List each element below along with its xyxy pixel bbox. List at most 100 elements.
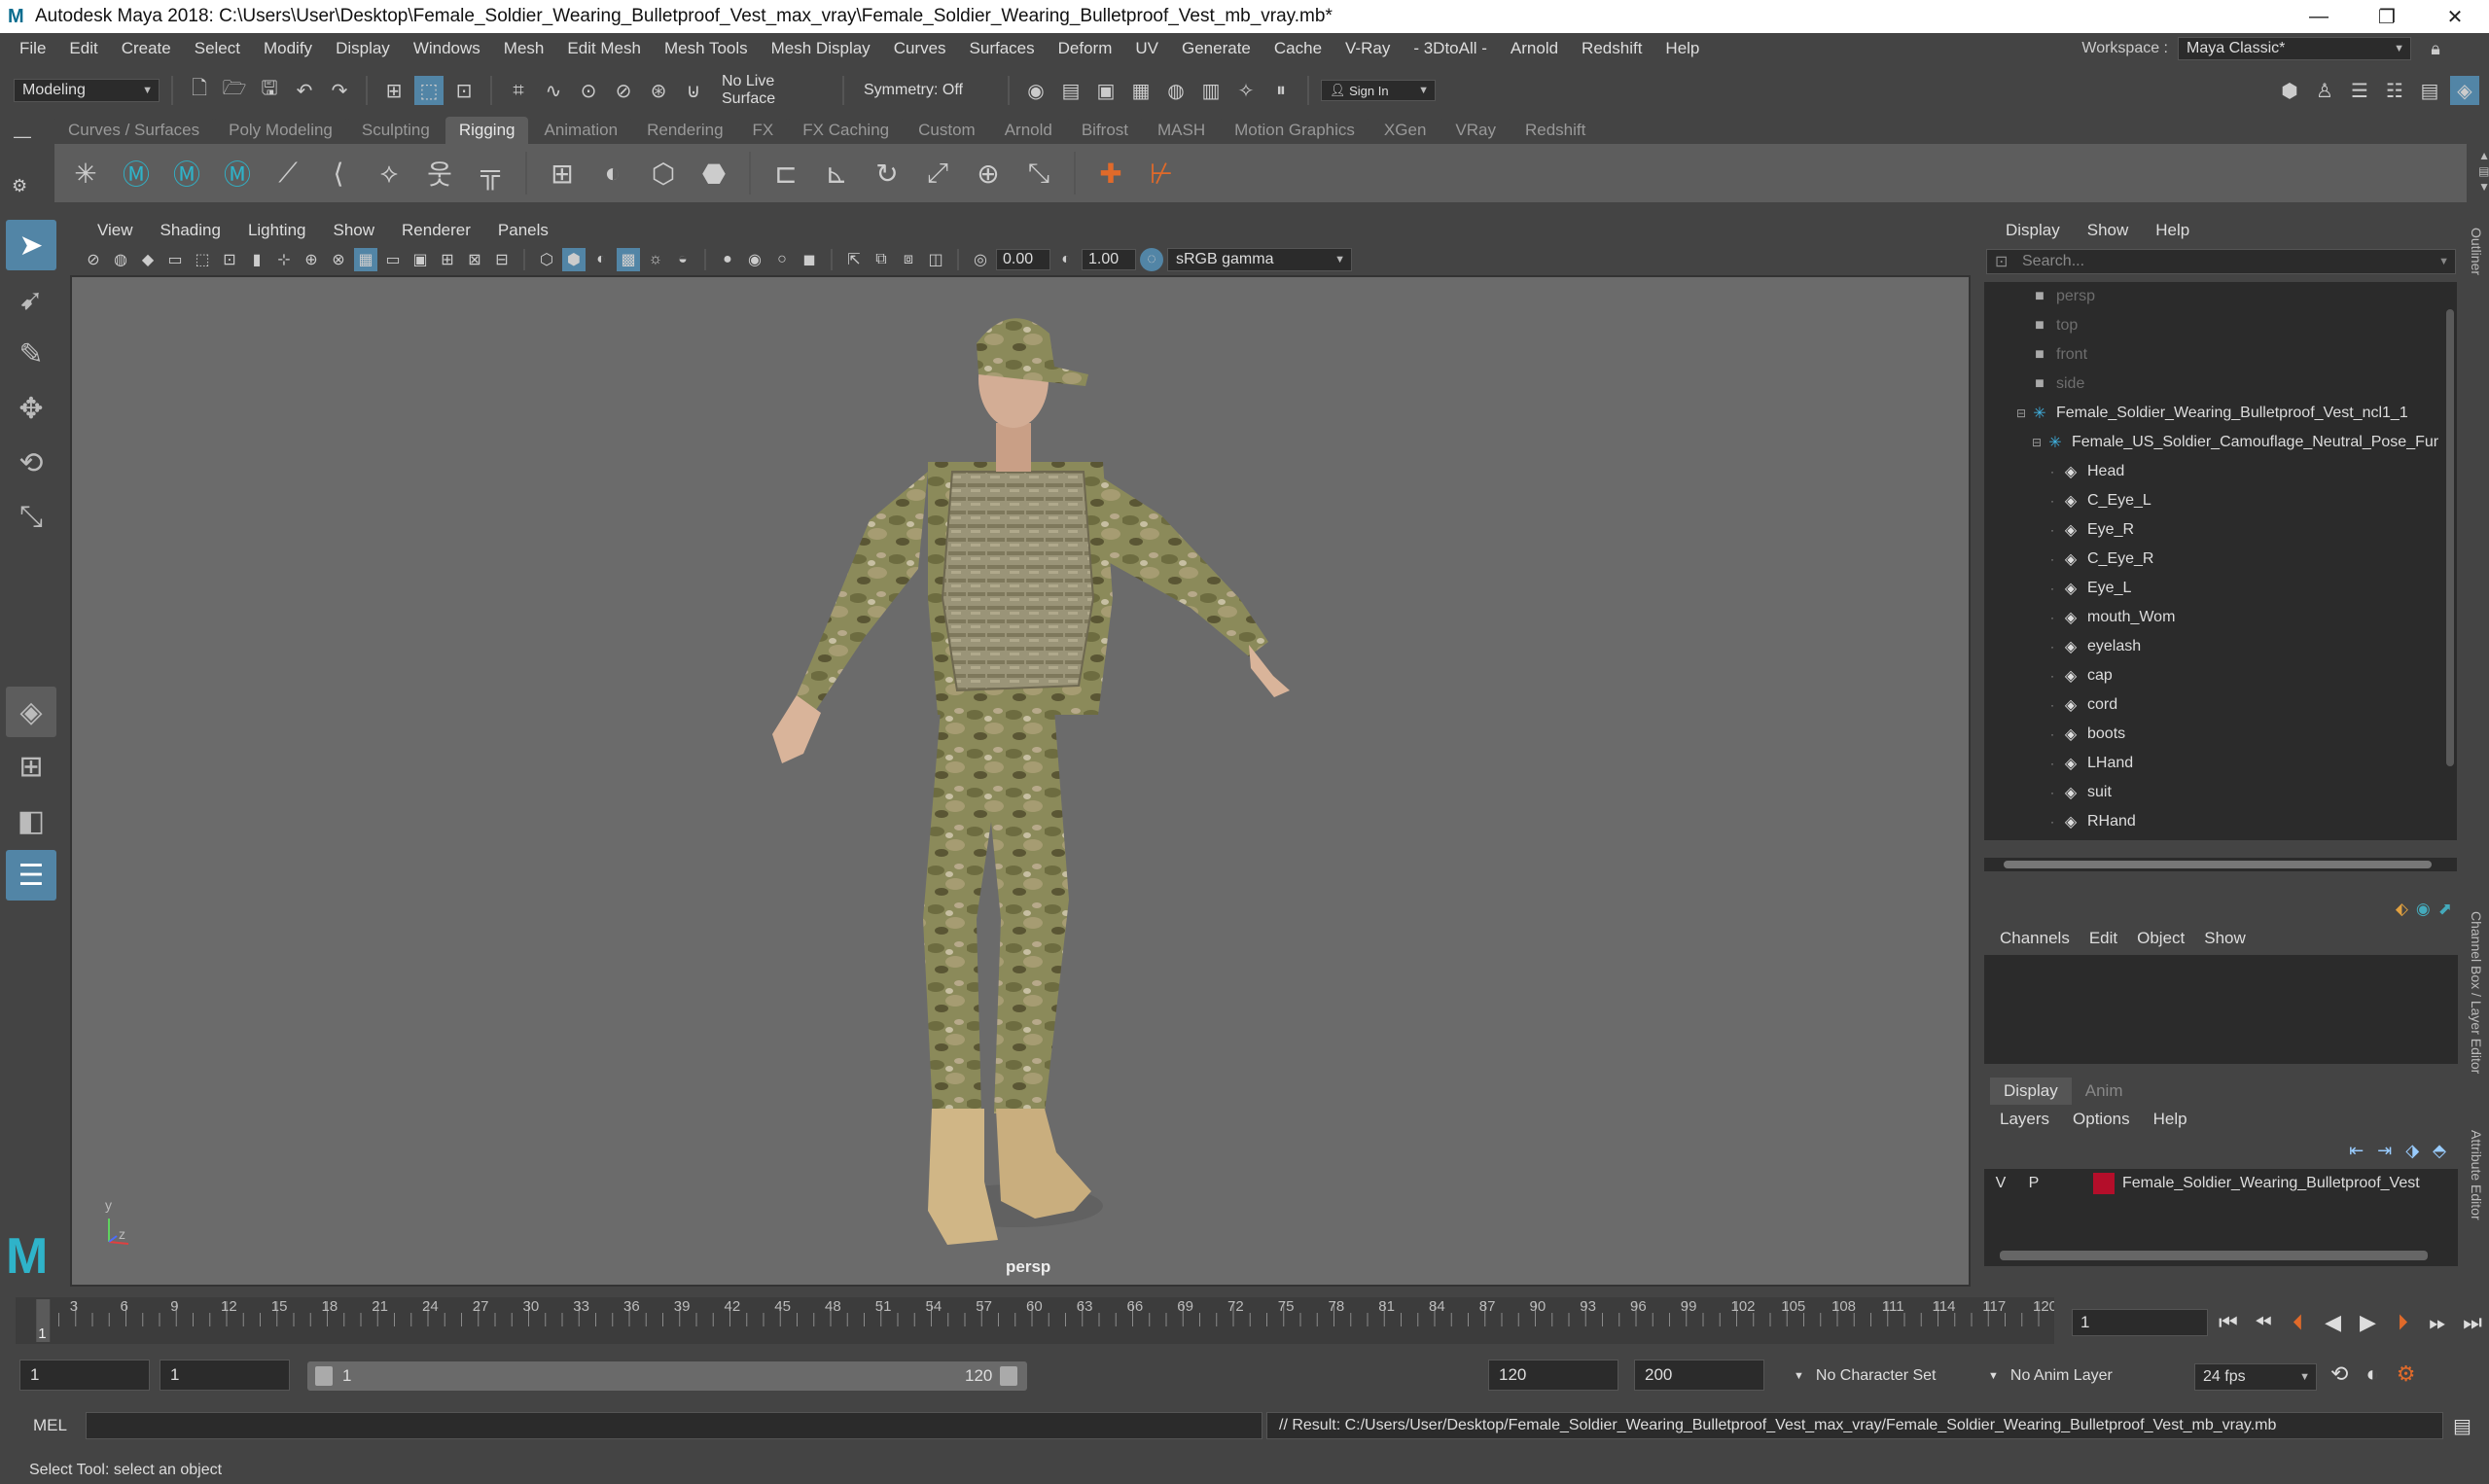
- move-tool-icon[interactable]: ✥: [6, 383, 56, 434]
- tool-settings-icon[interactable]: ☷: [2380, 76, 2409, 105]
- hypershade-icon[interactable]: ◍: [1161, 76, 1191, 105]
- move-layer-up-icon[interactable]: ⇤: [2349, 1141, 2364, 1161]
- menu-generate[interactable]: Generate: [1170, 39, 1262, 58]
- outliner-item[interactable]: ⊟ ✳ Female_US_Soldier_Camouflage_Neutral_P…: [1984, 428, 2457, 457]
- new-layer-selected-icon[interactable]: ⬘: [2433, 1141, 2446, 1161]
- layer-row[interactable]: V P Female_Soldier_Wearing_Bulletproof_V…: [1984, 1169, 2458, 1198]
- channel-box-icon[interactable]: ▤: [2415, 76, 2444, 105]
- depth-of-field-icon[interactable]: ◼: [798, 248, 821, 271]
- step-back-key-icon[interactable]: ⏴: [2282, 1304, 2315, 1341]
- soldier-model[interactable]: [72, 277, 1971, 1287]
- shelf-tab-rigging[interactable]: Rigging: [444, 117, 529, 144]
- viewport-menu-lighting[interactable]: Lighting: [234, 221, 320, 240]
- outliner-item[interactable]: · ◈ cord: [1984, 690, 2457, 720]
- outliner-item[interactable]: · ◈ Eye_R: [1984, 515, 2457, 545]
- attribute-editor-icon[interactable]: ☰: [2345, 76, 2374, 105]
- shelf-tab-arnold[interactable]: Arnold: [990, 117, 1066, 144]
- maximize-button[interactable]: ❐: [2353, 0, 2421, 33]
- tool-settings-toggle-icon[interactable]: ⬈: [2438, 900, 2452, 919]
- isolate-select-icon[interactable]: ⊞: [436, 248, 459, 271]
- layer-menu-help[interactable]: Help: [2142, 1110, 2199, 1129]
- outliner-layout-icon[interactable]: ☰: [6, 850, 56, 901]
- snap-grid-icon[interactable]: ⌗: [504, 76, 533, 105]
- menu-cache[interactable]: Cache: [1262, 39, 1333, 58]
- script-editor-icon[interactable]: ▤: [2453, 1414, 2471, 1438]
- viewport-menu-renderer[interactable]: Renderer: [388, 221, 484, 240]
- playback-end-field[interactable]: 120: [1488, 1360, 1618, 1391]
- field-chart-icon[interactable]: ⊹: [272, 248, 296, 271]
- shelf-tab-curves-surfaces[interactable]: Curves / Surfaces: [54, 117, 214, 144]
- menu-v-ray[interactable]: V-Ray: [1333, 39, 1402, 58]
- sign-in-dropdown[interactable]: 👤︎ Sign In ▼: [1321, 80, 1436, 101]
- locator-icon[interactable]: ✚: [1089, 152, 1132, 194]
- bookmark-icon[interactable]: ◆: [136, 248, 160, 271]
- new-empty-layer-icon[interactable]: ⬗: [2405, 1141, 2419, 1161]
- menu-create[interactable]: Create: [110, 39, 183, 58]
- character-set-dropdown[interactable]: ▼ No Character Set: [1794, 1361, 1988, 1391]
- command-input[interactable]: [86, 1412, 1262, 1439]
- viewport-menu-shading[interactable]: Shading: [147, 221, 234, 240]
- go-to-end-icon[interactable]: ⏭: [2456, 1304, 2489, 1341]
- rotate-tool-icon[interactable]: ⟲: [6, 438, 56, 488]
- hud-icon[interactable]: ⧉: [870, 248, 893, 271]
- fps-dropdown[interactable]: 24 fps ▼: [2194, 1363, 2317, 1391]
- menu-help[interactable]: Help: [1653, 39, 1711, 58]
- shelf-tab-redshift[interactable]: Redshift: [1511, 117, 1600, 144]
- layer-tab-anim[interactable]: Anim: [2072, 1078, 2137, 1105]
- gamma-field[interactable]: 1.00: [1082, 249, 1136, 270]
- menu-modify[interactable]: Modify: [252, 39, 324, 58]
- paint-select-tool-icon[interactable]: ✎: [6, 329, 56, 379]
- close-button[interactable]: ✕: [2421, 0, 2489, 33]
- scale-tool-icon[interactable]: ⤡: [6, 492, 56, 543]
- motion-blur-icon[interactable]: ◉: [743, 248, 766, 271]
- render-setup-icon[interactable]: ▥: [1196, 76, 1226, 105]
- cluster-icon[interactable]: ⬣: [693, 152, 735, 194]
- open-scene-icon[interactable]: 🗁: [220, 76, 249, 105]
- select-hierarchy-icon[interactable]: ⊞: [379, 76, 409, 105]
- range-start-handle[interactable]: [315, 1366, 333, 1386]
- outliner-item[interactable]: ■ persp: [1984, 282, 2457, 311]
- layer-menu-options[interactable]: Options: [2061, 1110, 2142, 1129]
- four-view-layout-icon[interactable]: ⊞: [6, 741, 56, 792]
- shelf-collapse-icon[interactable]: —: [0, 117, 51, 147]
- outliner-menu-show[interactable]: Show: [2074, 221, 2143, 240]
- layer-name[interactable]: Female_Soldier_Wearing_Bulletproof_Vest: [2122, 1175, 2420, 1192]
- new-scene-icon[interactable]: 🗋: [185, 76, 214, 105]
- anti-aliasing-icon[interactable]: ○: [770, 248, 794, 271]
- viewport-menu-view[interactable]: View: [84, 221, 147, 240]
- viewport-2-icon[interactable]: ⧈: [897, 248, 920, 271]
- render-frame-icon[interactable]: ▤: [1056, 76, 1085, 105]
- viewport-menu-show[interactable]: Show: [320, 221, 389, 240]
- shelf-tab-vray[interactable]: VRay: [1441, 117, 1510, 144]
- select-object-icon[interactable]: ⬚: [414, 76, 444, 105]
- outliner-item[interactable]: ■ front: [1984, 340, 2457, 370]
- light-editor-icon[interactable]: ✧: [1231, 76, 1261, 105]
- menu-mesh-display[interactable]: Mesh Display: [760, 39, 882, 58]
- redo-icon[interactable]: ↷: [325, 76, 354, 105]
- grid-icon[interactable]: ▦: [354, 248, 377, 271]
- shelf-settings-icon[interactable]: ⚙: [0, 147, 51, 196]
- menu-file[interactable]: File: [8, 39, 57, 58]
- bind-skin-icon[interactable]: ⊞: [541, 152, 584, 194]
- anim-layer-dropdown[interactable]: ▼ No Anim Layer: [1988, 1361, 2183, 1391]
- joint-tool-icon[interactable]: ✳: [64, 152, 107, 194]
- layer-list-scrollbar[interactable]: [2000, 1251, 2428, 1260]
- shelf-tab-custom[interactable]: Custom: [905, 117, 989, 144]
- outliner-vertical-scrollbar[interactable]: [2446, 288, 2456, 774]
- menu-surfaces[interactable]: Surfaces: [958, 39, 1047, 58]
- playback-start-field[interactable]: 1: [160, 1360, 290, 1391]
- menu-set-dropdown[interactable]: Modeling ▼: [14, 79, 160, 102]
- layer-menu-layers[interactable]: Layers: [1988, 1110, 2061, 1129]
- persp-outliner-layout-icon[interactable]: ◧: [6, 795, 56, 846]
- channel-box-side-tab[interactable]: Channel Box / Layer Editor: [2469, 911, 2484, 1074]
- outliner-item[interactable]: · ◈ suit: [1984, 778, 2457, 807]
- quick-rig-icon[interactable]: 웃: [418, 152, 461, 194]
- exposure-icon[interactable]: ◎: [969, 248, 992, 271]
- ambient-occlusion-icon[interactable]: ●: [716, 248, 739, 271]
- channel-box-menu-channels[interactable]: Channels: [1990, 929, 2080, 948]
- render-view-icon[interactable]: ◉: [1021, 76, 1050, 105]
- perspective-viewport[interactable]: y z persp: [70, 275, 1971, 1287]
- layout-icon[interactable]: ◈: [2450, 76, 2479, 105]
- workspace-dropdown[interactable]: Maya Classic* ▼: [2178, 37, 2411, 60]
- view-transform-dropdown[interactable]: sRGB gamma ▼: [1167, 248, 1352, 271]
